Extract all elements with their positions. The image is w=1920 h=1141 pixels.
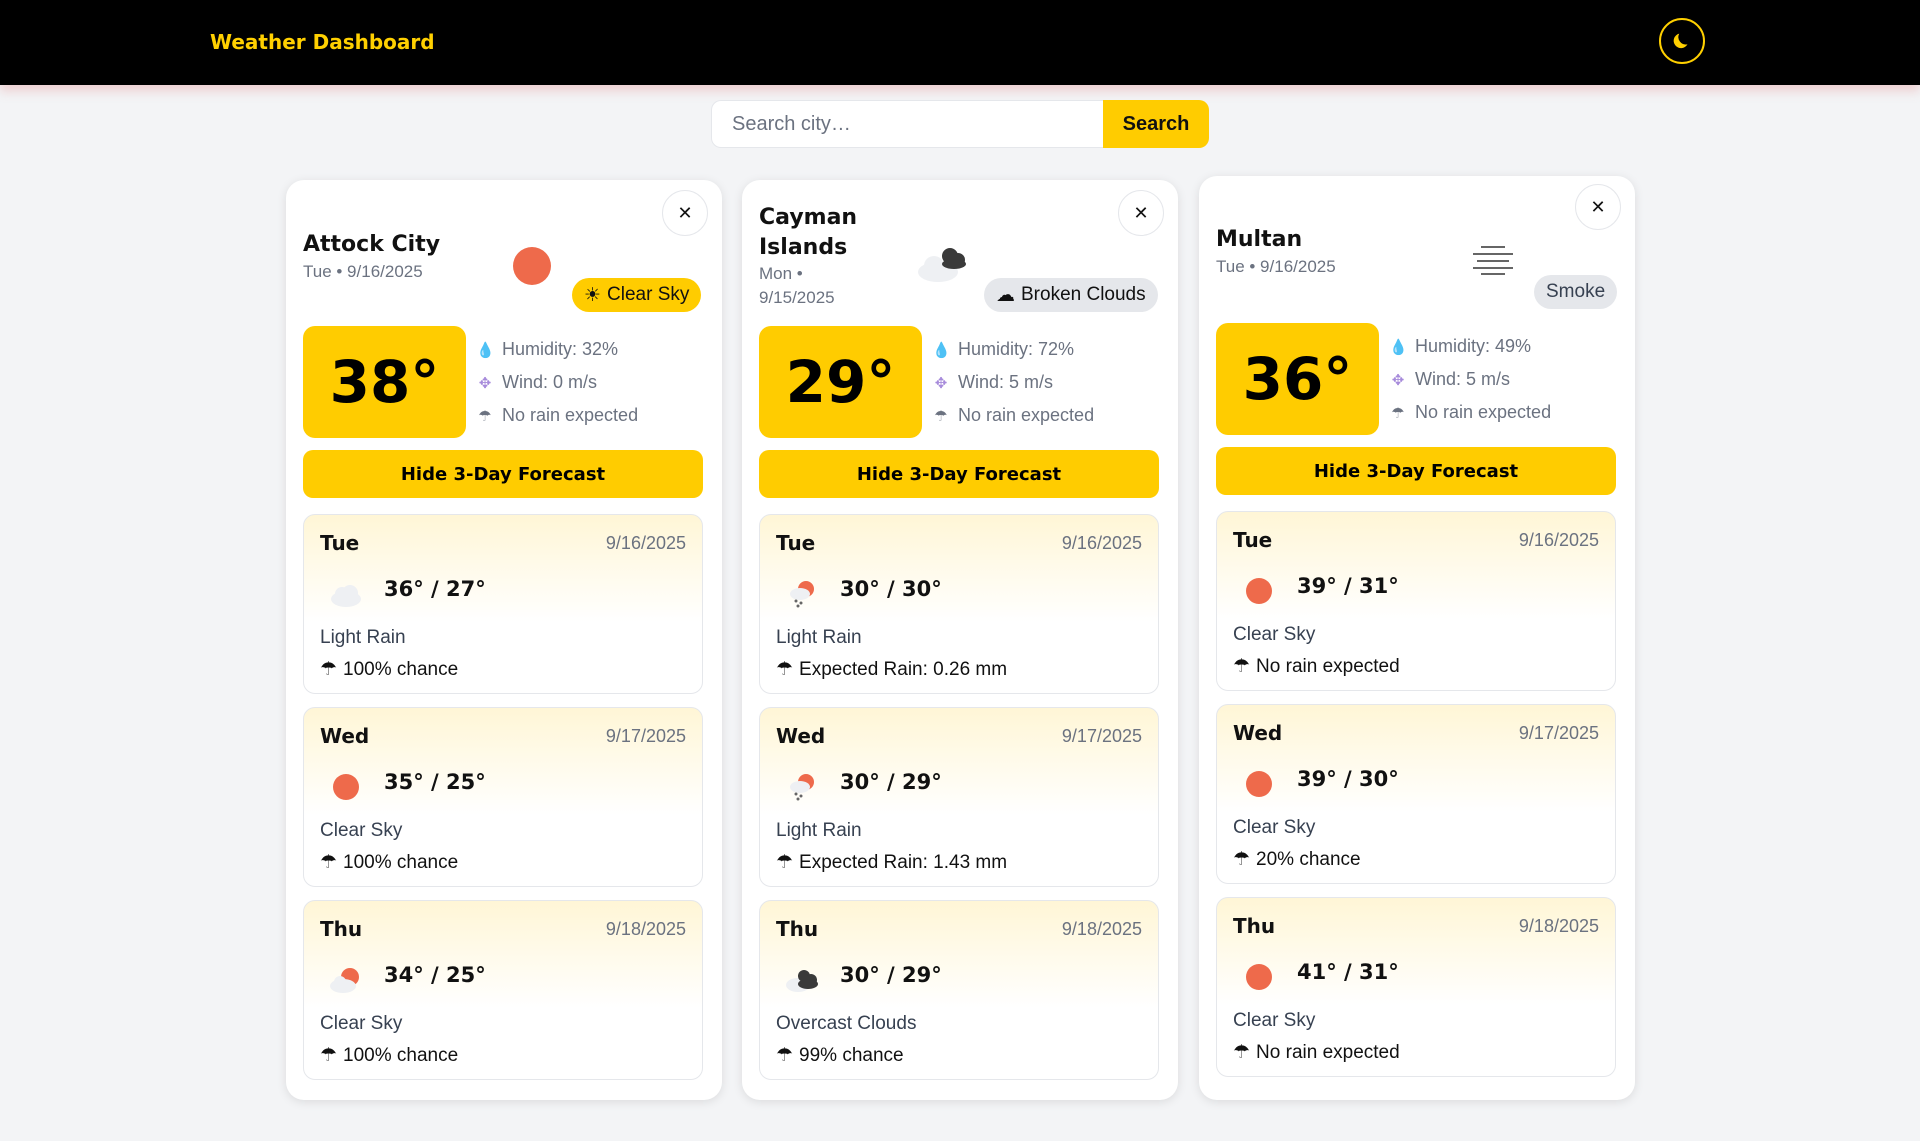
toggle-forecast-button[interactable]: Hide 3-Day Forecast <box>303 450 703 498</box>
rain-cloud-icon: ☂ <box>776 659 794 680</box>
sun-icon <box>1246 964 1272 990</box>
sun-rain-icon <box>790 774 814 801</box>
smoke-icon <box>1473 246 1513 275</box>
city-name: Cayman Islands <box>759 205 858 260</box>
city-card: ✕ Multan Tue • 9/16/2025 Smoke 36° 💧 Humi… <box>1199 176 1635 1100</box>
city-name: Attock City <box>303 232 441 257</box>
search-button[interactable]: Search <box>1103 100 1209 148</box>
rain-cloud-icon: ☂ <box>934 407 948 425</box>
wind-icon: ✥ <box>478 374 492 392</box>
forecast-day: Tue 9/16/2025 39° / 31° Clear Sky ☂ No ra… <box>1216 511 1616 691</box>
rain-cloud-icon: ☂ <box>1391 404 1405 422</box>
search-bar: Search <box>711 100 1209 148</box>
dark-clouds-icon <box>786 970 818 992</box>
condition-badge: Smoke <box>1534 275 1618 309</box>
condition-badge: ☀ Clear Sky <box>572 278 702 312</box>
sun-rain-icon <box>790 581 814 608</box>
sun-outline-icon: ☀ <box>584 284 602 306</box>
current-temperature: 36° <box>1216 323 1379 435</box>
close-card-button[interactable]: ✕ <box>662 190 708 236</box>
forecast-day: Thu 9/18/2025 34° / 25° Clear Sky ☂ 100% … <box>303 900 703 1080</box>
city-card: ✕ Attock City Tue • 9/16/2025 ☀ Clear Sk… <box>286 180 722 1100</box>
wind-text: Wind: 5 m/s <box>1415 369 1511 389</box>
rain-cloud-icon: ☂ <box>776 1045 794 1066</box>
forecast-day: Wed 9/17/2025 30° / 29° Light Rain ☂ Expe… <box>759 707 1159 887</box>
rain-cloud-icon: ☂ <box>1233 1042 1251 1063</box>
droplet-icon: 💧 <box>932 341 951 359</box>
sun-icon <box>1246 771 1272 797</box>
droplet-icon: 💧 <box>1389 338 1408 356</box>
city-name: Multan <box>1216 227 1303 252</box>
current-temperature: 29° <box>759 326 922 438</box>
humidity-text: Humidity: 49% <box>1415 336 1532 356</box>
toggle-forecast-button[interactable]: Hide 3-Day Forecast <box>1216 447 1616 495</box>
sun-cloud-icon <box>330 968 359 993</box>
rain-cloud-icon: ☂ <box>1233 656 1251 677</box>
rain-cloud-icon: ☂ <box>320 659 338 680</box>
forecast-day: Tue 9/16/2025 30° / 30° Light Rain ☂ Expe… <box>759 514 1159 694</box>
condition-badge: ☁ Broken Clouds <box>984 278 1158 312</box>
app-title: Weather Dashboard <box>210 30 435 54</box>
forecast-day: Tue 9/16/2025 36° / 27° Light Rain ☂ 100%… <box>303 514 703 694</box>
forecast-day: Wed 9/17/2025 39° / 30° Clear Sky ☂ 20% c… <box>1216 704 1616 884</box>
sun-icon <box>1246 578 1272 604</box>
broken-clouds-icon <box>918 248 966 282</box>
rain-cloud-icon: ☂ <box>776 852 794 873</box>
droplet-icon: 💧 <box>476 341 495 359</box>
city-card: ✕ Cayman Islands Mon • 9/15/2025 ☁ Broke… <box>742 180 1178 1100</box>
toggle-forecast-button[interactable]: Hide 3-Day Forecast <box>759 450 1159 498</box>
sun-icon <box>333 774 359 800</box>
rain-text: No rain expected <box>502 405 639 425</box>
forecast-day: Thu 9/18/2025 30° / 29° Overcast Clouds … <box>759 900 1159 1080</box>
humidity-text: Humidity: 72% <box>958 339 1075 359</box>
rain-text: No rain expected <box>1415 402 1552 422</box>
cloud-icon <box>331 585 361 607</box>
wind-text: Wind: 0 m/s <box>502 372 598 392</box>
current-temperature: 38° <box>303 326 466 438</box>
wind-icon: ✥ <box>1391 371 1405 389</box>
current-stats: 💧 Humidity: 32% ✥ Wind: 0 m/s ☂ No rain exp… <box>476 333 638 432</box>
rain-text: No rain expected <box>958 405 1095 425</box>
humidity-text: Humidity: 32% <box>502 339 619 359</box>
cloud-icon: ☁ <box>996 284 1015 306</box>
rain-cloud-icon: ☂ <box>1233 849 1251 870</box>
current-stats: 💧 Humidity: 72% ✥ Wind: 5 m/s ☂ No rain exp… <box>932 333 1094 432</box>
forecast-day: Thu 9/18/2025 41° / 31° Clear Sky ☂ No ra… <box>1216 897 1616 1077</box>
close-card-button[interactable]: ✕ <box>1118 190 1164 236</box>
wind-text: Wind: 5 m/s <box>958 372 1054 392</box>
city-date: Tue • 9/16/2025 <box>1216 257 1336 276</box>
rain-cloud-icon: ☂ <box>320 852 338 873</box>
sun-icon <box>513 247 551 285</box>
moon-icon <box>1673 33 1688 49</box>
top-navbar: Weather Dashboard <box>0 0 1920 85</box>
forecast-day: Wed 9/17/2025 35° / 25° Clear Sky ☂ 100% … <box>303 707 703 887</box>
current-stats: 💧 Humidity: 49% ✥ Wind: 5 m/s ☂ No rain exp… <box>1389 330 1551 429</box>
rain-cloud-icon: ☂ <box>320 1045 338 1066</box>
city-date: Tue • 9/16/2025 <box>303 262 423 281</box>
city-date: Mon • 9/15/2025 <box>759 264 835 307</box>
wind-icon: ✥ <box>934 374 948 392</box>
rain-cloud-icon: ☂ <box>478 407 492 425</box>
close-card-button[interactable]: ✕ <box>1575 184 1621 230</box>
theme-toggle-button[interactable] <box>1659 18 1705 64</box>
search-input[interactable] <box>711 100 1103 148</box>
